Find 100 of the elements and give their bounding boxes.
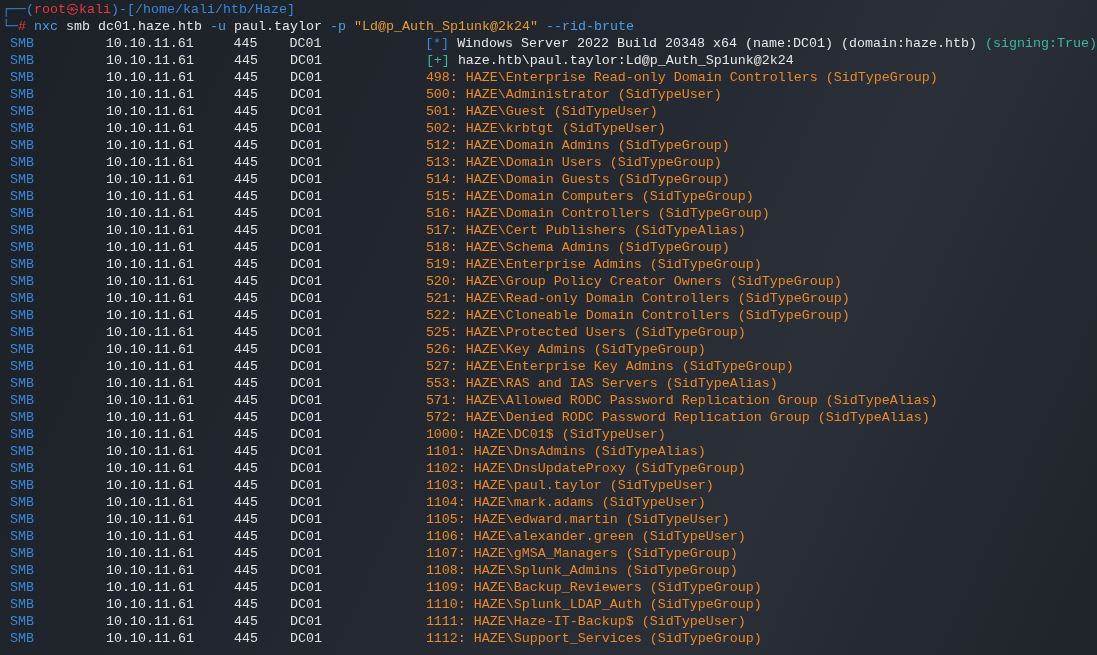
host-name: DC01 [289, 342, 322, 357]
output-text: 1112: HAZE\Support_Services (SidTypeGroup) [425, 631, 762, 646]
host-name: DC01 [289, 240, 322, 255]
command-option: -p [329, 19, 346, 34]
status-marker: [+] [425, 53, 450, 68]
protocol-label: SMB [10, 529, 34, 544]
output-text: 502: HAZE\krbtgt (SidTypeUser) [425, 121, 666, 136]
ip-address: 10.10.11.61 [105, 138, 194, 153]
port-number: 445 [233, 36, 258, 51]
port-number: 445 [233, 53, 258, 68]
ip-address: 10.10.11.61 [105, 342, 194, 357]
protocol-label: SMB [10, 631, 34, 646]
host-name: DC01 [289, 393, 322, 408]
protocol-label: SMB [10, 580, 34, 595]
command-argument: smb [66, 19, 90, 34]
port-number: 445 [233, 206, 258, 221]
host-name: DC01 [289, 359, 322, 374]
host-name: DC01 [289, 546, 322, 561]
output-text: 501: HAZE\Guest (SidTypeUser) [425, 104, 658, 119]
host-name: DC01 [289, 70, 322, 85]
protocol-label: SMB [10, 597, 34, 612]
output-text: 525: HAZE\Protected Users (SidTypeGroup) [425, 325, 746, 340]
host-name: DC01 [289, 427, 322, 442]
port-number: 445 [233, 427, 258, 442]
ip-address: 10.10.11.61 [105, 461, 194, 476]
protocol-label: SMB [10, 512, 34, 527]
ip-address: 10.10.11.61 [105, 444, 194, 459]
protocol-label: SMB [10, 257, 34, 272]
prompt-path: /home/kali/htb/Haze [135, 2, 287, 17]
host-name: DC01 [289, 444, 322, 459]
protocol-label: SMB [10, 240, 34, 255]
output-text: 526: HAZE\Key Admins (SidTypeGroup) [425, 342, 706, 357]
ip-address: 10.10.11.61 [105, 189, 194, 204]
output-text: 515: HAZE\Domain Computers (SidTypeGroup) [425, 189, 754, 204]
output-text: 517: HAZE\Cert Publishers (SidTypeAlias) [425, 223, 746, 238]
port-number: 445 [233, 342, 258, 357]
output-text: 521: HAZE\Read-only Domain Controllers (SidTypeGroup) [425, 291, 850, 306]
ip-address: 10.10.11.61 [105, 240, 194, 255]
ip-address: 10.10.11.61 [105, 257, 194, 272]
ip-address: 10.10.11.61 [105, 597, 194, 612]
protocol-label: SMB [10, 274, 34, 289]
command-argument: dc01.haze.htb [98, 19, 202, 34]
output-text: 1102: HAZE\DnsUpdateProxy (SidTypeGroup) [425, 461, 746, 476]
output-text: 1108: HAZE\Splunk_Admins (SidTypeGroup) [425, 563, 738, 578]
port-number: 445 [233, 410, 258, 425]
protocol-label: SMB [10, 308, 34, 323]
host-name: DC01 [289, 308, 322, 323]
output-text: 1110: HAZE\Splunk_LDAP_Auth (SidTypeGroup) [425, 597, 762, 612]
protocol-label: SMB [10, 223, 34, 238]
protocol-label: SMB [10, 206, 34, 221]
ip-address: 10.10.11.61 [105, 206, 194, 221]
port-number: 445 [233, 563, 258, 578]
output-text: 518: HAZE\Schema Admins (SidTypeGroup) [425, 240, 730, 255]
port-number: 445 [233, 223, 258, 238]
host-name: DC01 [289, 36, 322, 51]
host-name: DC01 [289, 478, 322, 493]
port-number: 445 [233, 189, 258, 204]
command-option: --rid-brute [545, 19, 634, 34]
host-name: DC01 [289, 291, 322, 306]
protocol-label: SMB [10, 36, 34, 51]
protocol-label: SMB [10, 138, 34, 153]
port-number: 445 [233, 308, 258, 323]
port-number: 445 [233, 87, 258, 102]
protocol-label: SMB [10, 291, 34, 306]
protocol-label: SMB [10, 104, 34, 119]
port-number: 445 [233, 274, 258, 289]
protocol-label: SMB [10, 70, 34, 85]
host-name: DC01 [289, 121, 322, 136]
host-name: DC01 [289, 495, 322, 510]
port-number: 445 [233, 580, 258, 595]
ip-address: 10.10.11.61 [105, 359, 194, 374]
protocol-label: SMB [10, 546, 34, 561]
output-text: 1107: HAZE\gMSA_Managers (SidTypeGroup) [425, 546, 738, 561]
port-number: 445 [233, 393, 258, 408]
command-option: -u [210, 19, 226, 34]
output-text: 513: HAZE\Domain Users (SidTypeGroup) [425, 155, 722, 170]
host-name: DC01 [289, 189, 322, 204]
host-name: DC01 [289, 87, 322, 102]
ip-address: 10.10.11.61 [105, 274, 194, 289]
host-name: DC01 [289, 257, 322, 272]
host-name: DC01 [289, 580, 322, 595]
ip-address: 10.10.11.61 [105, 36, 194, 51]
ip-address: 10.10.11.61 [105, 614, 194, 629]
port-number: 445 [233, 155, 258, 170]
port-number: 445 [233, 172, 258, 187]
protocol-label: SMB [10, 614, 34, 629]
prompt-frame: ] [286, 2, 295, 17]
port-number: 445 [233, 444, 258, 459]
output-text: 1109: HAZE\Backup_Reviewers (SidTypeGroup) [425, 580, 762, 595]
ip-address: 10.10.11.61 [105, 223, 194, 238]
prompt-frame: ┌──( [2, 2, 34, 17]
protocol-label: SMB [10, 53, 34, 68]
host-name: DC01 [289, 376, 322, 391]
host-name: DC01 [289, 563, 322, 578]
ip-address: 10.10.11.61 [105, 87, 194, 102]
ip-address: 10.10.11.61 [105, 308, 194, 323]
ip-address: 10.10.11.61 [105, 580, 194, 595]
port-number: 445 [233, 291, 258, 306]
protocol-label: SMB [10, 359, 34, 374]
output-text: 514: HAZE\Domain Guests (SidTypeGroup) [425, 172, 730, 187]
